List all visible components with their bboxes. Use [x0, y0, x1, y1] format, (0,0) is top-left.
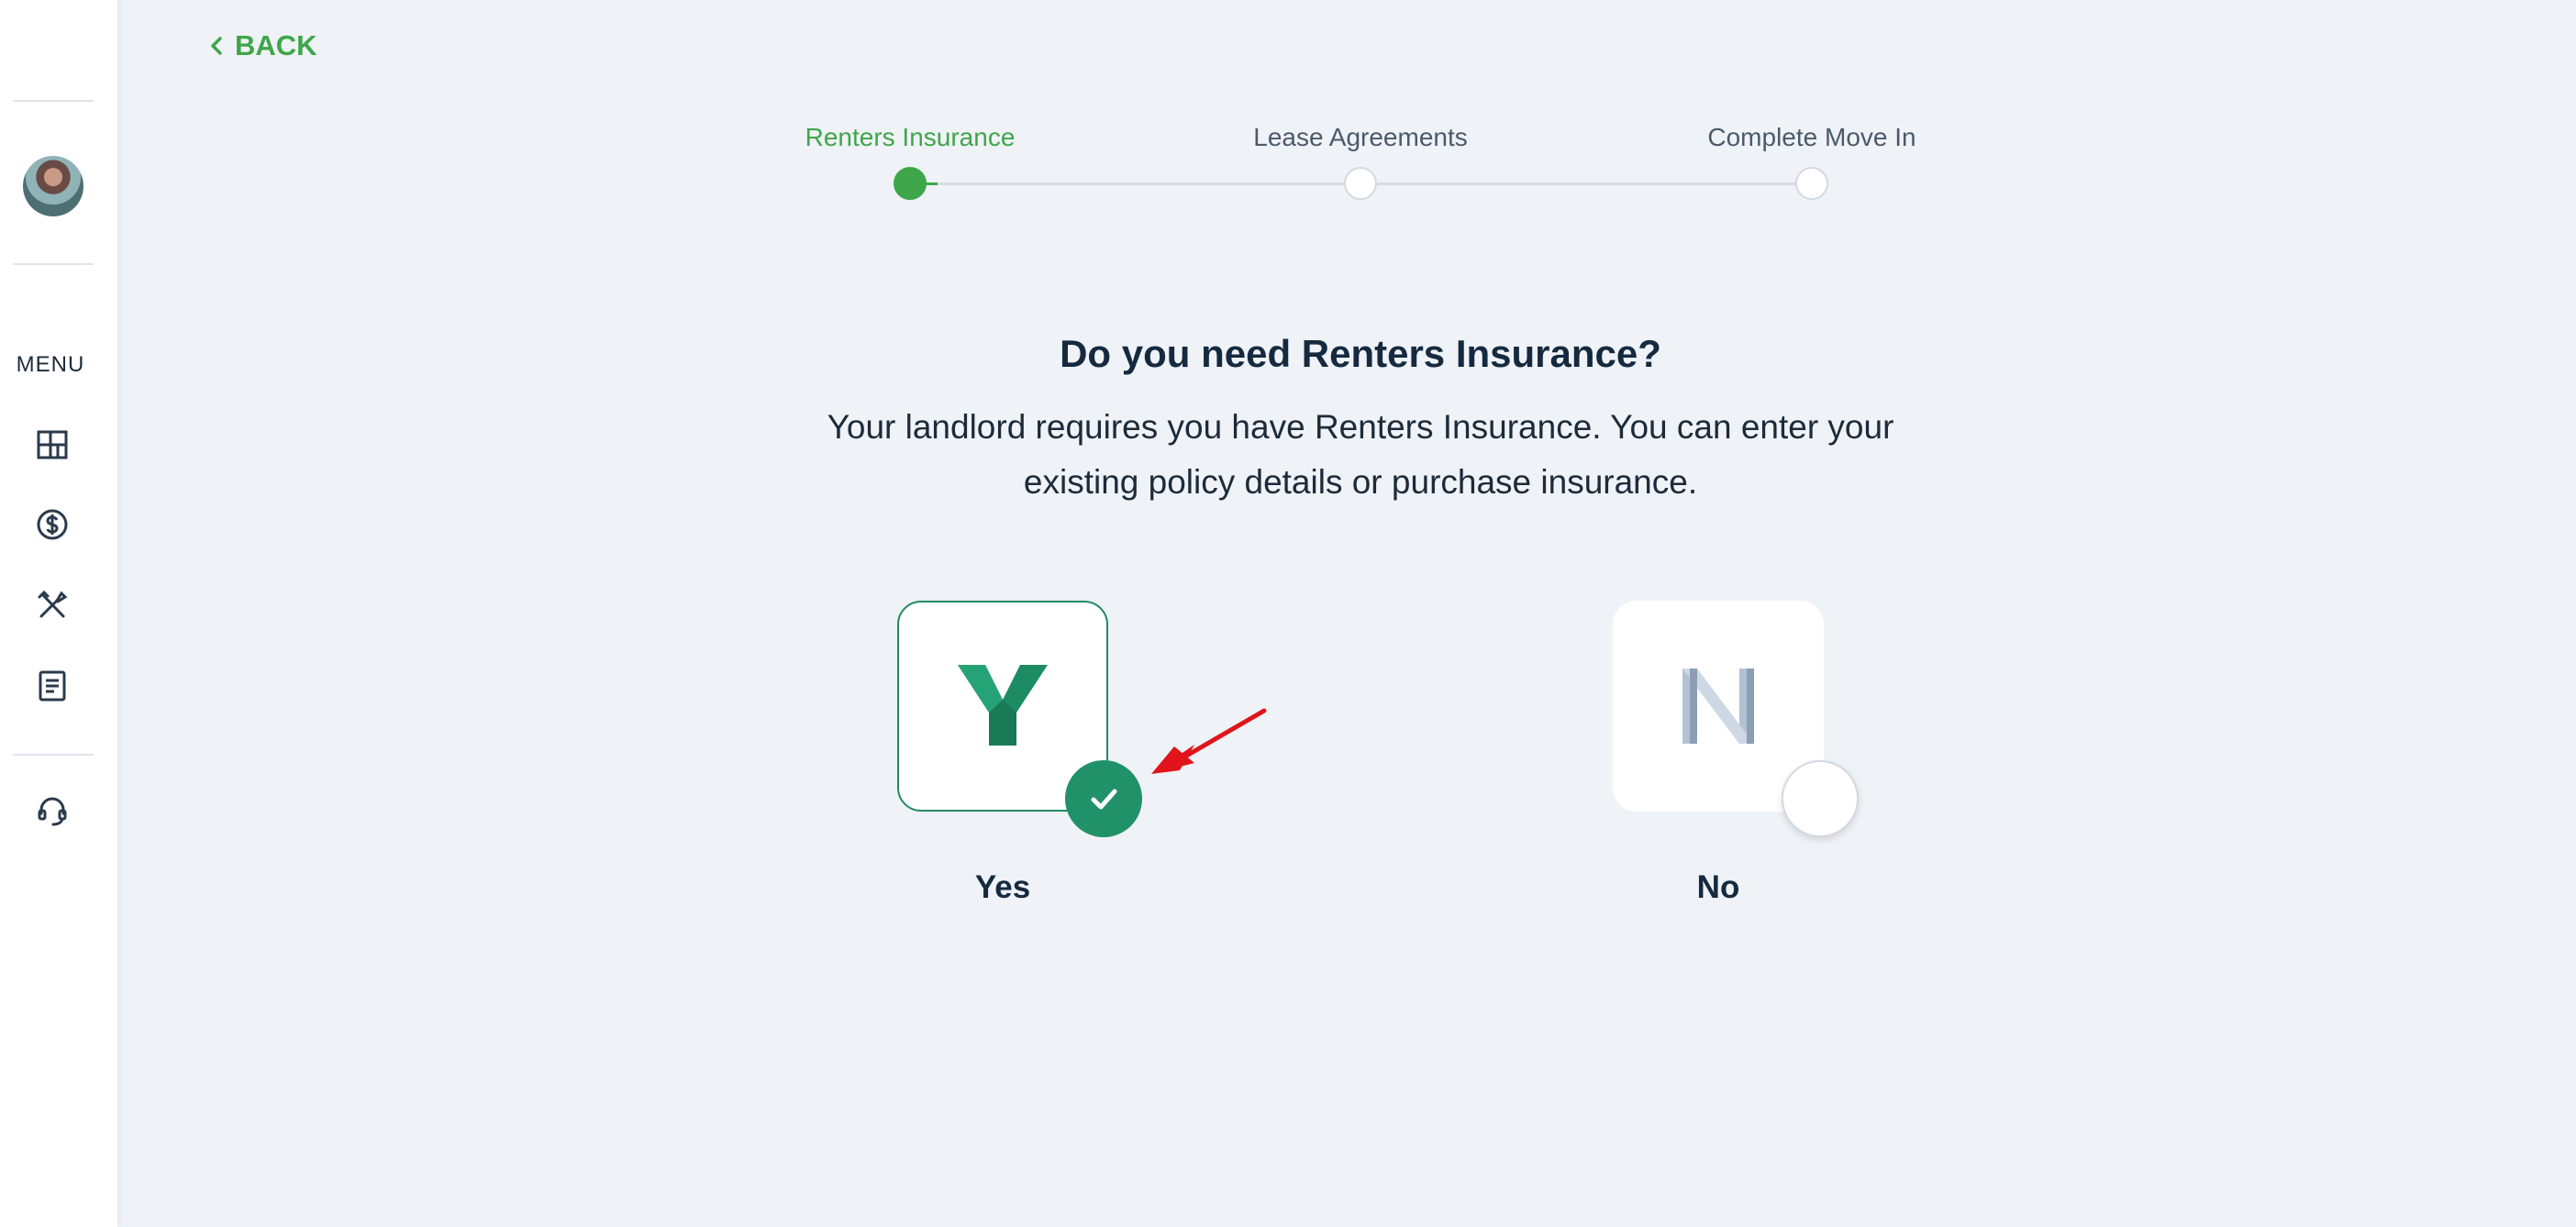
step-label-complete-move-in: Complete Move In [1707, 123, 1916, 151]
selected-check-icon [1065, 760, 1142, 837]
avatar[interactable] [23, 156, 83, 216]
sidebar-divider [13, 100, 94, 102]
sidebar-divider [13, 754, 94, 756]
page-title: Do you need Renters Insurance? [1060, 332, 1661, 375]
unselected-radio-icon [1782, 760, 1859, 837]
option-yes-label[interactable]: Yes [975, 869, 1030, 906]
dashboard-icon[interactable] [35, 427, 70, 462]
step-dot-renters-insurance [894, 167, 927, 200]
payments-icon[interactable] [35, 507, 70, 542]
step-label-lease-agreements: Lease Agreements [1253, 123, 1468, 151]
step-dot-complete-move-in [1795, 167, 1828, 200]
annotation-arrow-icon [1151, 708, 1267, 774]
support-icon[interactable] [35, 793, 70, 828]
back-label: BACK [235, 29, 317, 61]
step-label-renters-insurance: Renters Insurance [805, 123, 1016, 151]
sidebar-divider [13, 263, 94, 265]
back-button[interactable]: BACK [207, 26, 317, 66]
maintenance-icon[interactable] [35, 588, 70, 623]
option-no-label[interactable]: No [1697, 869, 1740, 906]
page-subtitle: Your landlord requires you have Renters … [827, 408, 1894, 501]
step-dot-lease-agreements [1344, 167, 1377, 200]
sidebar: MENU [0, 0, 117, 1227]
chevron-left-icon [211, 37, 222, 55]
documents-icon[interactable] [35, 669, 70, 703]
